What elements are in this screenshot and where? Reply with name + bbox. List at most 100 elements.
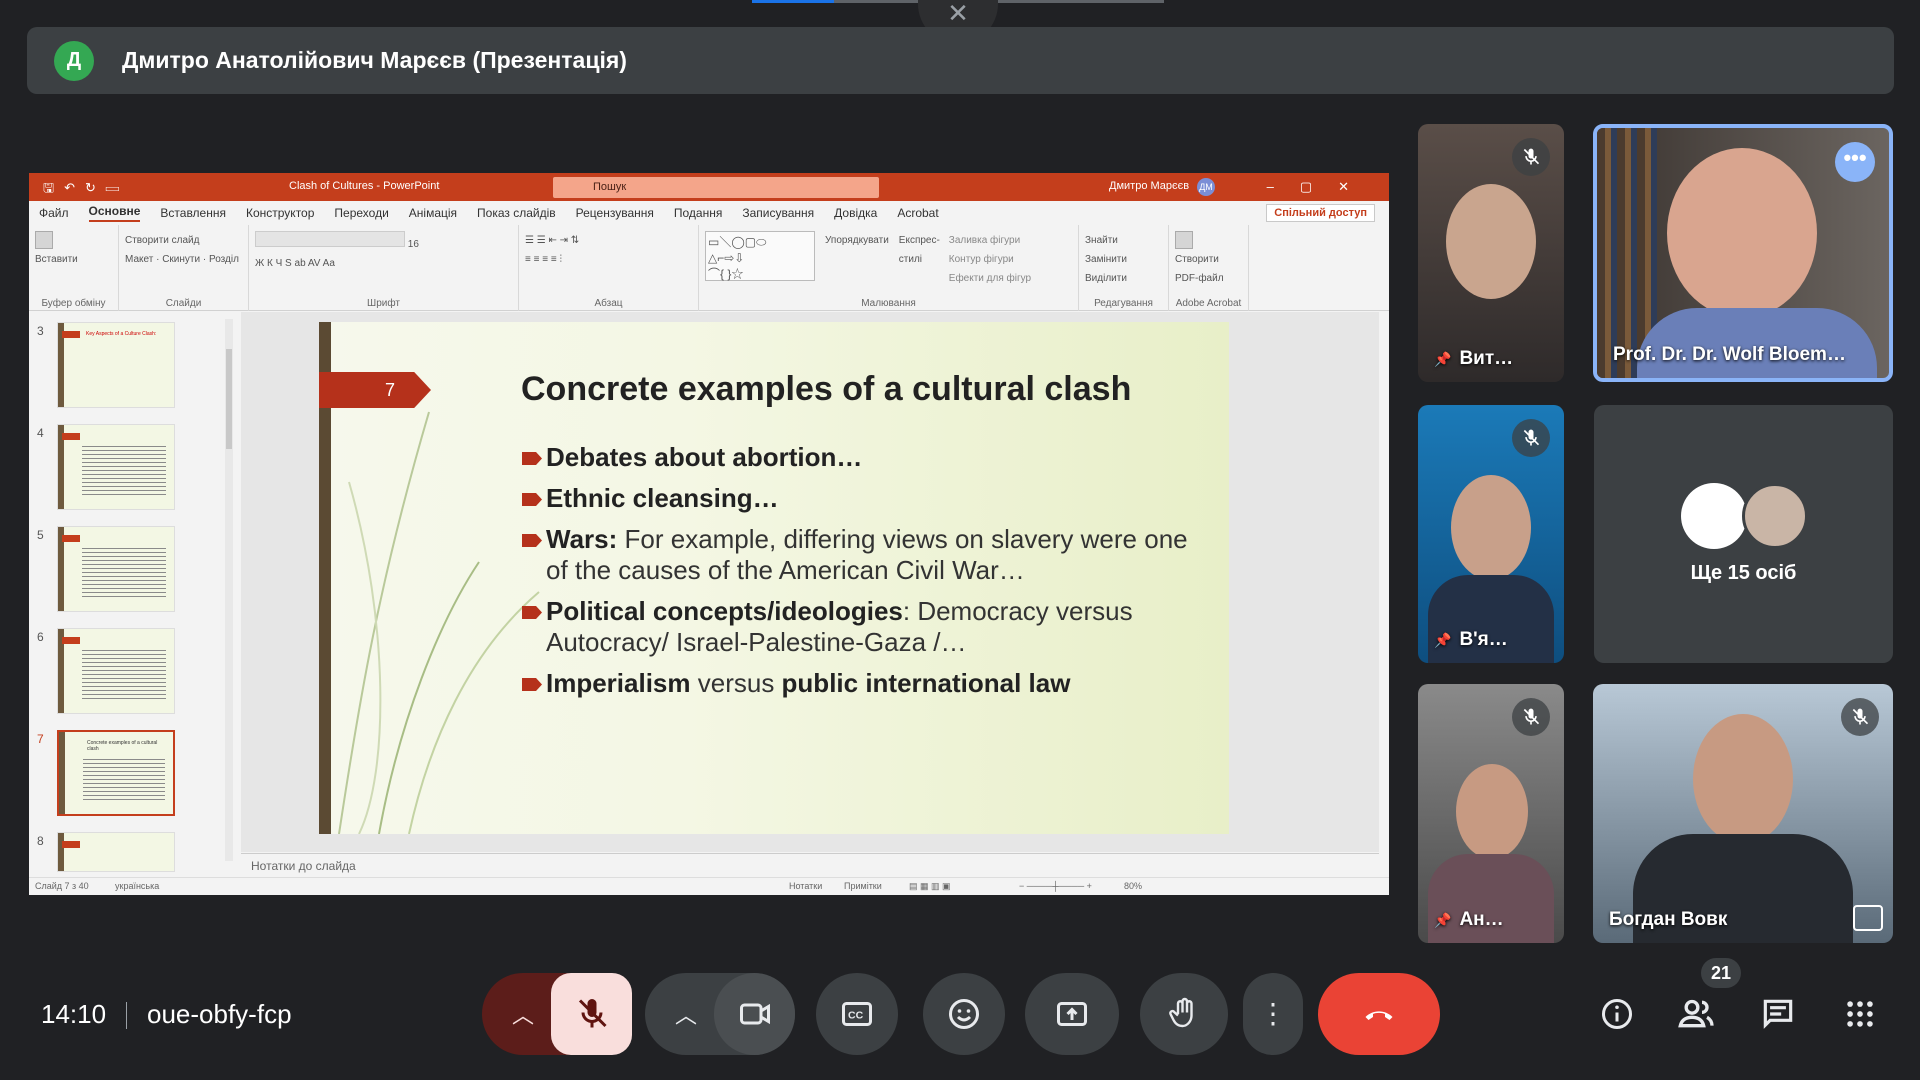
end-call-button[interactable] (1318, 973, 1440, 1055)
participant-tile[interactable]: Богдан Вовк (1593, 684, 1893, 943)
document-title: Clash of Cultures - PowerPoint (289, 180, 440, 192)
thumbnail-scrollbar[interactable] (225, 319, 233, 861)
slide-thumbnail[interactable] (57, 526, 175, 612)
tab-insert[interactable]: Вставлення (160, 206, 226, 220)
zoom-level[interactable]: 80% (1124, 881, 1142, 891)
notes-field[interactable]: Нотатки до слайда (241, 853, 1379, 877)
more-options-icon[interactable]: ••• (1835, 142, 1875, 182)
meeting-details-button[interactable] (1595, 992, 1639, 1036)
hand-icon (1169, 997, 1193, 1028)
tab-help[interactable]: Довідка (834, 206, 877, 220)
apps-grid-icon (1847, 1001, 1873, 1027)
participant-tile[interactable]: 📌 В'я… (1418, 405, 1564, 663)
chevron-up-icon[interactable]: ︿ (675, 998, 697, 1030)
find-button[interactable]: Знайти (1085, 235, 1118, 246)
participant-tile[interactable]: 📌 Ан… (1418, 684, 1564, 943)
participant-tile-active[interactable]: ••• Prof. Dr. Dr. Wolf Bloem… (1593, 124, 1893, 382)
thumbnail-number: 6 (37, 630, 44, 644)
slide-thumbnail[interactable] (57, 424, 175, 510)
participant-video (1693, 714, 1793, 844)
picture-in-picture-icon[interactable] (1853, 905, 1883, 931)
more-options-button[interactable]: ⋮ (1243, 973, 1303, 1055)
paste-icon[interactable] (35, 231, 53, 250)
current-slide[interactable]: 7 Concrete examples of a cultural clash … (319, 322, 1229, 834)
tab-review[interactable]: Рецензування (576, 206, 654, 220)
captions-button[interactable]: CC (816, 973, 898, 1055)
shape-fill-button[interactable]: Заливка фігури (949, 235, 1020, 246)
tab-file[interactable]: Файл (39, 206, 69, 220)
layout-button[interactable]: Макет (125, 254, 153, 265)
avatar (1681, 483, 1747, 549)
thumbnail-number: 8 (37, 834, 44, 848)
new-slide-button[interactable]: Створити слайд (125, 235, 199, 246)
quick-access-icons[interactable]: 🖫↶↻▭ (43, 179, 129, 201)
participant-video (1451, 475, 1531, 580)
tab-animations[interactable]: Анімація (409, 206, 457, 220)
group-drawing: ▭＼◯▢⬭ △⌐⇨⇩ ⌒{ }☆ Упорядкувати Експрес-стил… (699, 225, 1079, 311)
reset-button[interactable]: Скинути (162, 254, 200, 265)
quick-styles-button[interactable]: Експрес-стилі (899, 231, 940, 269)
chevron-up-icon[interactable]: ︿ (512, 998, 534, 1030)
present-button[interactable] (1025, 973, 1119, 1055)
camera-toggle-button[interactable] (714, 973, 795, 1055)
group-label: Буфер обміну (41, 298, 106, 309)
avatar (1742, 483, 1808, 549)
language: українська (115, 881, 160, 891)
arrange-button[interactable]: Упорядкувати (825, 231, 889, 250)
mic-toggle-button[interactable] (551, 973, 632, 1055)
reactions-button[interactable] (923, 973, 1005, 1055)
tab-design[interactable]: Конструктор (246, 206, 314, 220)
view-buttons[interactable]: ▤ ▦ ▥ ▣ (909, 881, 951, 892)
thumbnail-number: 4 (37, 426, 44, 440)
paste-button[interactable]: Вставити (35, 254, 78, 265)
participant-video (1667, 148, 1817, 318)
search-input[interactable]: Пошук (553, 177, 879, 198)
people-button[interactable] (1675, 992, 1719, 1036)
create-pdf-button[interactable]: Створити PDF-файл (1175, 254, 1224, 284)
captions-icon: CC (842, 1002, 872, 1026)
tab-slideshow[interactable]: Показ слайдів (477, 206, 556, 220)
tab-view[interactable]: Подання (674, 206, 722, 220)
replace-button[interactable]: Замінити (1085, 254, 1127, 265)
emoji-icon (949, 999, 979, 1029)
chat-icon (1763, 999, 1793, 1029)
tab-acrobat[interactable]: Acrobat (897, 206, 938, 220)
shapes-gallery[interactable]: ▭＼◯▢⬭ △⌐⇨⇩ ⌒{ }☆ (705, 231, 815, 281)
bullet-item: Ethnic cleansing… (522, 483, 1202, 514)
participant-tile[interactable]: 📌 Вит… (1418, 124, 1564, 382)
section-button[interactable]: Розділ (209, 254, 239, 265)
ribbon-tabs: Файл Основне Вставлення Конструктор Пере… (29, 201, 1389, 225)
font-size-input[interactable]: 16 (408, 239, 419, 250)
window-controls[interactable]: –▢✕ (1267, 179, 1375, 195)
slide-thumbnail-selected[interactable]: Concrete examples of a cultural clash (57, 730, 175, 816)
shape-outline-button[interactable]: Контур фігури (949, 254, 1014, 265)
powerpoint-window: 🖫↶↻▭ Clash of Cultures - PowerPoint Пошу… (29, 173, 1389, 895)
pin-icon: 📌 (1434, 351, 1452, 367)
other-participants-tile[interactable]: Ще 15 осіб (1594, 405, 1893, 663)
slide-thumbnail[interactable] (57, 832, 175, 872)
activities-button[interactable] (1838, 992, 1882, 1036)
tab-home[interactable]: Основне (88, 204, 141, 222)
tab-recording[interactable]: Записування (742, 206, 814, 220)
slide-title: Concrete examples of a cultural clash (521, 370, 1132, 408)
comments-toggle[interactable]: Примітки (844, 881, 882, 891)
user-avatar[interactable]: ДМ (1197, 178, 1215, 196)
participant-name: Богдан Вовк (1609, 909, 1728, 930)
avatar: Д (54, 40, 94, 81)
notes-toggle[interactable]: Нотатки (789, 881, 822, 891)
chat-button[interactable] (1756, 992, 1800, 1036)
mic-off-icon (1512, 698, 1550, 736)
tab-transitions[interactable]: Переходи (334, 206, 388, 220)
slide-thumbnails: 3 Key Aspects of a Culture Clash: 4 5 6 … (29, 312, 215, 872)
slide-thumbnail[interactable]: Key Aspects of a Culture Clash: (57, 322, 175, 408)
raise-hand-button[interactable] (1140, 973, 1228, 1055)
zoom-slider[interactable]: − ────┼──── + (1019, 881, 1092, 891)
share-button[interactable]: Спільний доступ (1266, 204, 1375, 222)
select-button[interactable]: Виділити (1085, 273, 1127, 284)
mic-off-icon (1512, 419, 1550, 457)
thumbnail-number: 5 (37, 528, 44, 542)
group-label: Шрифт (367, 298, 400, 309)
slide-thumbnail[interactable] (57, 628, 175, 714)
participant-video (1446, 184, 1536, 299)
shape-effects-button[interactable]: Ефекти для фігур (949, 273, 1031, 284)
